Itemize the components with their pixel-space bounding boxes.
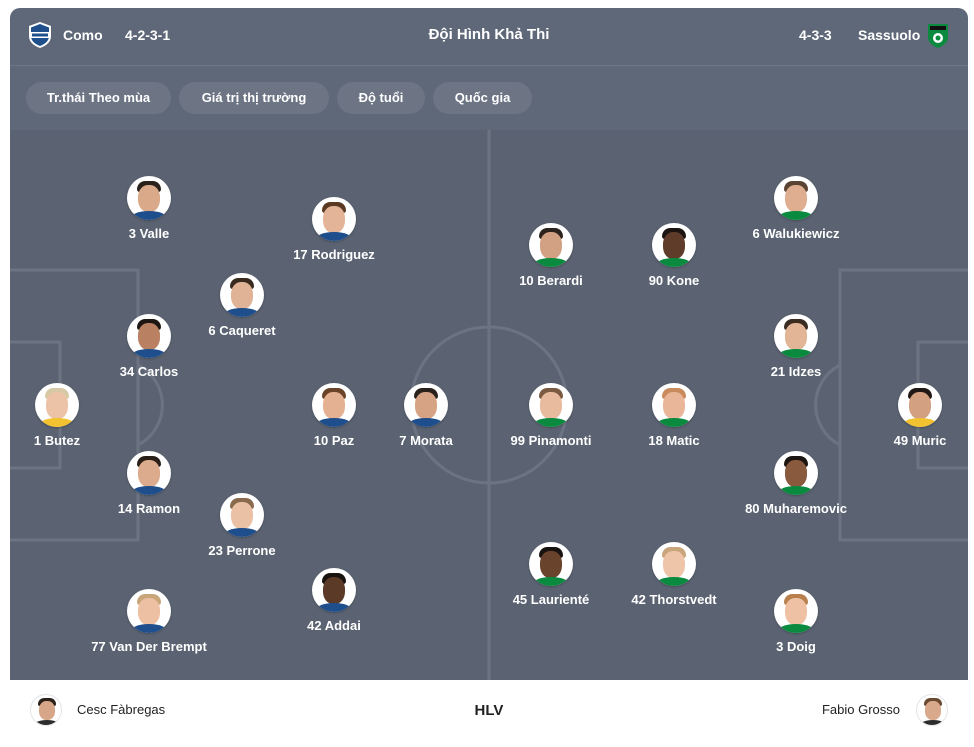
player-photo: [774, 451, 818, 495]
player-label: 42 Addai: [307, 618, 361, 633]
player-away-kone[interactable]: 90 Kone: [594, 223, 754, 289]
sassuolo-crest-icon[interactable]: [924, 21, 952, 49]
player-photo: [774, 176, 818, 220]
player-photo: [312, 197, 356, 241]
player-away-doig[interactable]: 3 Doig: [716, 589, 876, 655]
pitch: 3 Valle 17 Rodriguez 6 Caqueret 34 Carlo…: [10, 130, 968, 680]
player-label: 21 Idzes: [770, 364, 822, 379]
coach-bar: Cesc Fàbregas HLV Fabio Grosso: [10, 680, 968, 744]
player-label: 1 Butez: [33, 433, 81, 448]
player-label: 3 Valle: [128, 226, 170, 241]
player-photo: [774, 589, 818, 633]
lineup-header: Como 4-2-3-1 Đội Hình Khả Thi 4-3-3 Sass…: [10, 8, 968, 66]
tab-market-value[interactable]: Giá trị thị trường: [179, 82, 329, 114]
player-home-carlos[interactable]: 34 Carlos: [69, 314, 229, 380]
player-label: 80 Muharemovic: [745, 501, 847, 516]
player-away-matic[interactable]: 18 Matic: [594, 383, 754, 449]
away-team-name[interactable]: Sassuolo: [858, 26, 920, 44]
player-photo: [652, 542, 696, 586]
player-label: 23 Perrone: [208, 543, 276, 558]
player-label: 3 Doig: [776, 639, 816, 654]
tab-age[interactable]: Độ tuổi: [337, 82, 425, 114]
player-photo: [220, 273, 264, 317]
player-home-perrone[interactable]: 23 Perrone: [162, 493, 322, 559]
player-label: 34 Carlos: [119, 364, 179, 379]
player-label: 18 Matic: [648, 433, 700, 448]
player-photo: [127, 589, 171, 633]
away-formation: 4-3-3: [799, 27, 832, 43]
player-photo: [404, 383, 448, 427]
tab-country[interactable]: Quốc gia: [433, 82, 532, 114]
player-label: 17 Rodriguez: [293, 247, 375, 262]
tab-season-form[interactable]: Tr.thái Theo mùa: [26, 82, 171, 114]
lineup-card: Como 4-2-3-1 Đội Hình Khả Thi 4-3-3 Sass…: [10, 8, 968, 744]
player-photo: [898, 383, 942, 427]
player-photo: [127, 314, 171, 358]
player-photo: [774, 314, 818, 358]
player-photo: [529, 223, 573, 267]
player-away-muric[interactable]: 49 Muric: [840, 383, 968, 449]
player-home-rodriguez[interactable]: 17 Rodriguez: [254, 197, 414, 263]
player-away-muharemovic[interactable]: 80 Muharemovic: [716, 451, 876, 517]
player-label: 49 Muric: [893, 433, 947, 448]
player-away-idzes[interactable]: 21 Idzes: [716, 314, 876, 380]
player-label: 90 Kone: [648, 273, 700, 288]
player-photo: [127, 176, 171, 220]
player-label: 77 Van Der Brempt: [91, 639, 207, 654]
away-coach-name[interactable]: Fabio Grosso: [822, 702, 900, 718]
player-photo: [220, 493, 264, 537]
player-home-valle[interactable]: 3 Valle: [69, 176, 229, 242]
player-photo: [312, 568, 356, 612]
player-photo: [127, 451, 171, 495]
player-home-addai[interactable]: 42 Addai: [254, 568, 414, 634]
player-photo: [529, 383, 573, 427]
stat-tabs: Tr.thái Theo mùa Giá trị thị trường Độ t…: [10, 66, 968, 130]
player-photo: [652, 383, 696, 427]
player-home-van-der-brempt[interactable]: 77 Van Der Brempt: [69, 589, 229, 655]
player-photo: [529, 542, 573, 586]
player-photo: [35, 383, 79, 427]
away-coach-avatar[interactable]: [916, 694, 948, 726]
player-home-butez[interactable]: 1 Butez: [10, 383, 137, 449]
player-photo: [652, 223, 696, 267]
